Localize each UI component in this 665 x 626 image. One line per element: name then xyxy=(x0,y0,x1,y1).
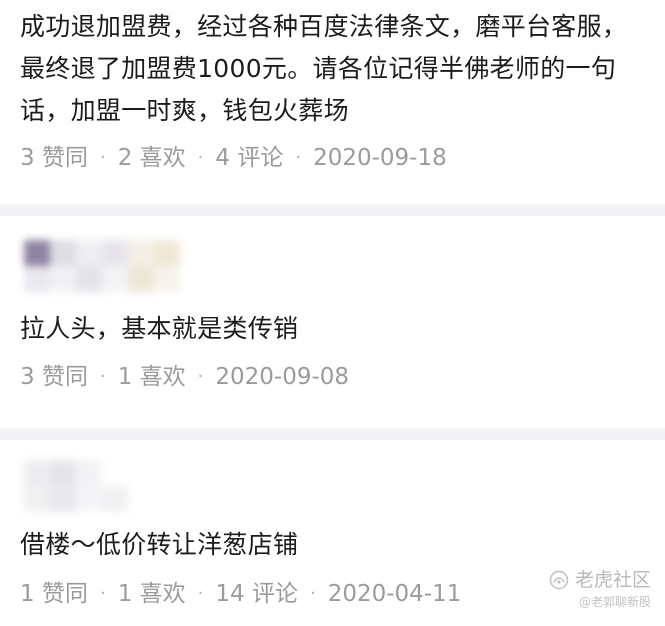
post-date: 2020-09-08 xyxy=(215,364,350,390)
watermark: 老虎社区 @老郭聊新股 xyxy=(549,568,651,610)
favorite-count[interactable]: 2 喜欢 xyxy=(118,142,186,174)
tiger-community-logo-icon xyxy=(549,570,569,590)
comment-meta: 3 赞同 · 1 喜欢 · 2020-09-08 xyxy=(20,361,349,393)
comment-item[interactable]: 拉人头，基本就是类传销 3 赞同 · 1 喜欢 · 2020-09-08 xyxy=(0,216,665,424)
blurred-avatar xyxy=(14,234,204,296)
comment-item[interactable]: 成功退加盟费，经过各种百度法律条文，磨平台客服，最终退了加盟费1000元。请各位… xyxy=(0,0,665,200)
watermark-title: 老虎社区 xyxy=(574,569,651,591)
like-count[interactable]: 1 赞同 xyxy=(20,578,88,610)
comment-meta: 3 赞同 · 2 喜欢 · 4 评论 · 2020-09-18 xyxy=(20,142,447,174)
watermark-handle: @老郭聊新股 xyxy=(578,595,651,609)
post-date: 2020-04-11 xyxy=(327,581,462,607)
meta-separator: · xyxy=(99,147,106,168)
comment-meta: 1 赞同 · 1 喜欢 · 14 评论 · 2020-04-11 xyxy=(20,578,461,610)
meta-separator: · xyxy=(99,366,106,387)
meta-separator: · xyxy=(295,147,302,168)
favorite-count[interactable]: 1 喜欢 xyxy=(118,361,186,393)
comment-text: 成功退加盟费，经过各种百度法律条文，磨平台客服，最终退了加盟费1000元。请各位… xyxy=(20,12,628,125)
comment-feed: 成功退加盟费，经过各种百度法律条文，磨平台客服，最终退了加盟费1000元。请各位… xyxy=(0,0,665,626)
like-count[interactable]: 3 赞同 xyxy=(20,142,88,174)
meta-separator: · xyxy=(309,583,316,604)
comment-text: 拉人头，基本就是类传销 xyxy=(20,314,299,343)
section-divider xyxy=(0,204,665,216)
comment-count[interactable]: 14 评论 xyxy=(215,578,298,610)
meta-separator: · xyxy=(99,583,106,604)
like-count[interactable]: 3 赞同 xyxy=(20,361,88,393)
meta-separator: · xyxy=(197,583,204,604)
section-divider xyxy=(0,428,665,440)
comment-text: 借楼～低价转让洋葱店铺 xyxy=(20,530,299,559)
blurred-avatar xyxy=(14,454,204,516)
meta-separator: · xyxy=(197,147,204,168)
favorite-count[interactable]: 1 喜欢 xyxy=(118,578,186,610)
meta-separator: · xyxy=(197,366,204,387)
post-date: 2020-09-18 xyxy=(313,145,447,171)
comment-count[interactable]: 4 评论 xyxy=(215,142,283,174)
